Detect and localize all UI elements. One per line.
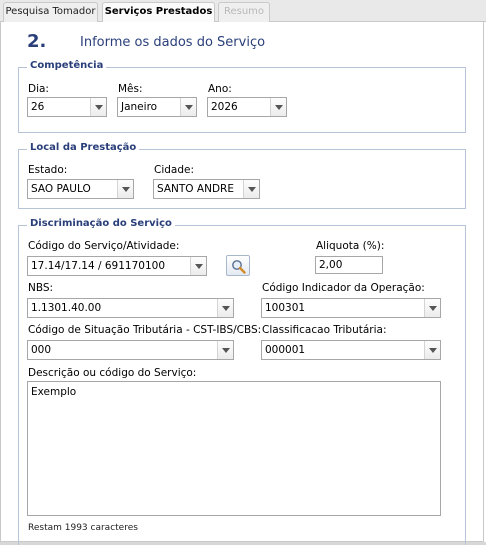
tab-resumo: Resumo	[218, 2, 270, 22]
chevron-down-icon[interactable]	[180, 98, 196, 116]
codigo-servico-select[interactable]: 17.14/17.14 / 691170100	[27, 256, 207, 276]
mes-value: Janeiro	[121, 101, 158, 113]
ano-label: Ano:	[208, 83, 232, 95]
indicador-operacao-value: 100301	[265, 302, 306, 314]
descricao-label: Descrição ou código do Serviço:	[28, 367, 197, 379]
ano-select[interactable]: 2026	[207, 97, 287, 117]
aliquota-label: Aliquota (%):	[316, 240, 385, 252]
classificacao-label: Classificacao Tributária:	[262, 324, 387, 336]
classificacao-value: 000001	[265, 344, 306, 356]
tab-pesquisa-tomador[interactable]: Pesquisa Tomador	[3, 2, 98, 22]
indicador-operacao-select[interactable]: 100301	[261, 298, 441, 318]
magnifier-icon	[232, 260, 246, 274]
classificacao-select[interactable]: 000001	[261, 340, 441, 360]
aliquota-value: 2,00	[319, 259, 343, 271]
step-number: 2.	[27, 31, 47, 52]
remaining-characters: Restam 1993 caracteres	[28, 523, 138, 533]
ano-value: 2026	[211, 101, 238, 113]
step-title: Informe os dados do Serviço	[80, 35, 266, 50]
cidade-select[interactable]: SANTO ANDRE	[153, 179, 260, 199]
chevron-down-icon[interactable]	[243, 180, 259, 198]
aliquota-input[interactable]: 2,00	[315, 256, 383, 274]
estado-label: Estado:	[28, 164, 68, 176]
mes-select[interactable]: Janeiro	[117, 97, 197, 117]
codigo-servico-label: Código do Serviço/Atividade:	[28, 240, 180, 252]
competencia-legend: Competência	[27, 60, 107, 71]
estado-value: SAO PAULO	[31, 183, 91, 195]
dia-value: 26	[31, 101, 45, 113]
lookup-button[interactable]	[226, 255, 250, 276]
tab-servicos-prestados[interactable]: Serviços Prestados	[102, 2, 215, 23]
discriminacao-legend: Discriminação do Serviço	[27, 218, 175, 229]
nbs-label: NBS:	[28, 282, 54, 294]
estado-select[interactable]: SAO PAULO	[27, 179, 134, 199]
nbs-value: 1.1301.40.00	[31, 302, 102, 314]
nbs-select[interactable]: 1.1301.40.00	[27, 298, 234, 318]
local-legend: Local da Prestação	[27, 142, 140, 153]
chevron-down-icon[interactable]	[424, 341, 440, 359]
mes-label: Mês:	[118, 83, 143, 95]
chevron-down-icon[interactable]	[190, 257, 206, 275]
descricao-value: Exemplo	[31, 386, 77, 398]
descricao-textarea[interactable]: Exemplo	[27, 381, 441, 516]
cidade-label: Cidade:	[154, 164, 195, 176]
chevron-down-icon[interactable]	[270, 98, 286, 116]
cst-label: Código de Situação Tributária - CST-IBS/…	[28, 324, 262, 336]
chevron-down-icon[interactable]	[217, 299, 233, 317]
chevron-down-icon[interactable]	[90, 98, 106, 116]
codigo-servico-value: 17.14/17.14 / 691170100	[31, 260, 165, 272]
tab-bar: Pesquisa Tomador Serviços Prestados Resu…	[0, 0, 486, 23]
chevron-down-icon[interactable]	[117, 180, 133, 198]
cst-value: 000	[31, 344, 52, 356]
chevron-down-icon[interactable]	[424, 299, 440, 317]
cst-select[interactable]: 000	[27, 340, 234, 360]
cidade-value: SANTO ANDRE	[157, 183, 234, 195]
chevron-down-icon[interactable]	[217, 341, 233, 359]
dia-select[interactable]: 26	[27, 97, 107, 117]
indicador-operacao-label: Código Indicador da Operação:	[262, 282, 425, 294]
dia-label: Dia:	[28, 83, 49, 95]
